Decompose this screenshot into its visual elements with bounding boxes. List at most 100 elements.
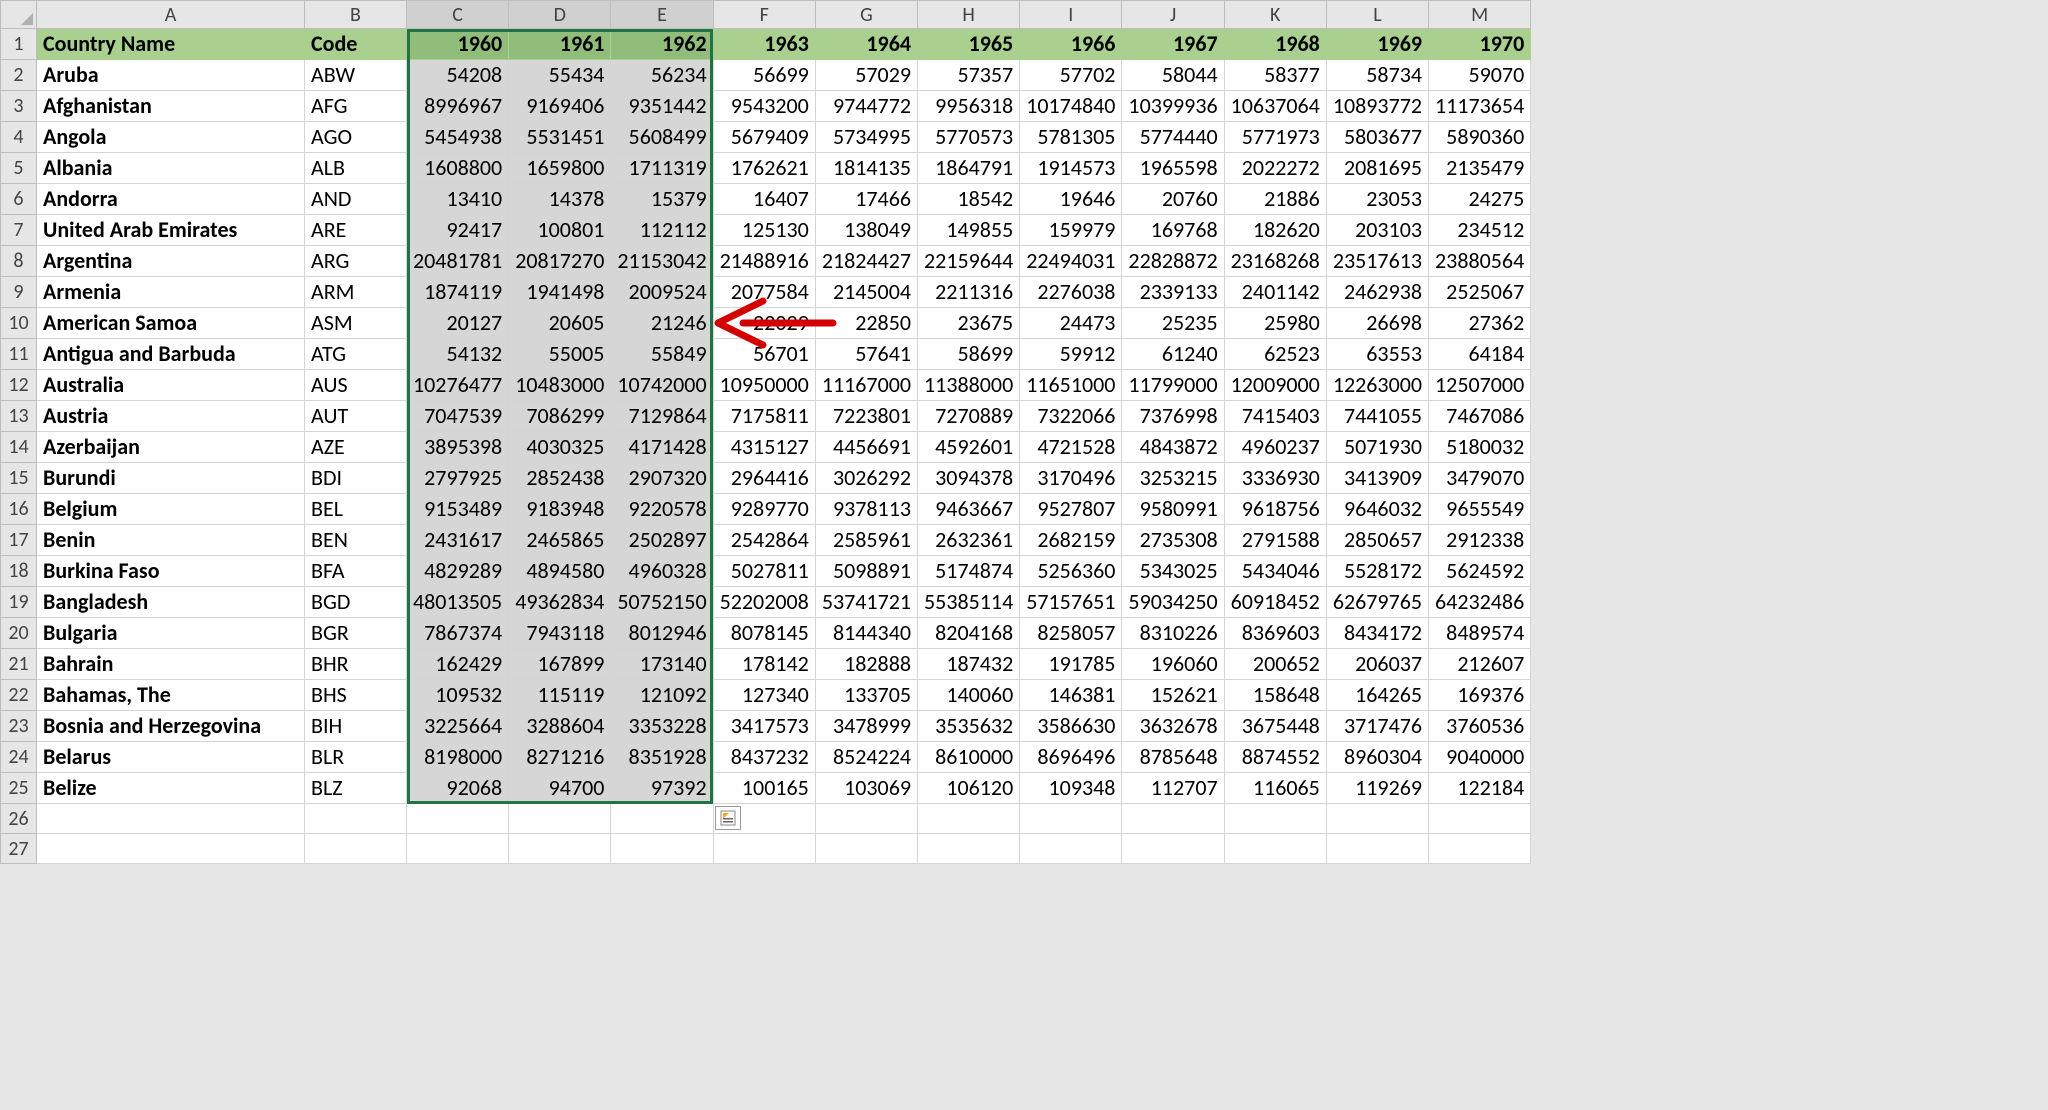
cell-value[interactable]: 8369603 [1224, 618, 1326, 649]
cell-value[interactable]: 9646032 [1326, 494, 1428, 525]
column-header-K[interactable]: K [1224, 1, 1326, 29]
cell-code[interactable]: AGO [305, 122, 407, 153]
row-header-2[interactable]: 2 [1, 60, 37, 91]
cell-value[interactable]: 17466 [815, 184, 917, 215]
cell-value[interactable]: 25980 [1224, 308, 1326, 339]
cell-value[interactable]: 18542 [918, 184, 1020, 215]
cell-value[interactable]: 100165 [713, 773, 815, 804]
empty-cell[interactable] [37, 834, 305, 864]
cell-value[interactable]: 10637064 [1224, 91, 1326, 122]
column-header-M[interactable]: M [1429, 1, 1531, 29]
empty-cell[interactable] [918, 834, 1020, 864]
cell-code[interactable]: BGR [305, 618, 407, 649]
cell-value[interactable]: 57157651 [1020, 587, 1122, 618]
cell-value[interactable]: 164265 [1326, 680, 1428, 711]
cell-value[interactable]: 21153042 [611, 246, 713, 277]
cell-value[interactable]: 152621 [1122, 680, 1224, 711]
cell-value[interactable]: 9655549 [1429, 494, 1531, 525]
cell-value[interactable]: 4721528 [1020, 432, 1122, 463]
row-header-19[interactable]: 19 [1, 587, 37, 618]
cell-value[interactable]: 23053 [1326, 184, 1428, 215]
row-header-9[interactable]: 9 [1, 277, 37, 308]
cell-value[interactable]: 191785 [1020, 649, 1122, 680]
cell-value[interactable]: 8198000 [407, 742, 509, 773]
cell-value[interactable]: 10399936 [1122, 91, 1224, 122]
cell-value[interactable]: 23675 [918, 308, 1020, 339]
cell-value[interactable]: 3288604 [509, 711, 611, 742]
cell-value[interactable]: 48013505 [407, 587, 509, 618]
column-header-C[interactable]: C [407, 1, 509, 29]
cell-value[interactable]: 109532 [407, 680, 509, 711]
cell-value[interactable]: 97392 [611, 773, 713, 804]
cell-value[interactable]: 92068 [407, 773, 509, 804]
cell-value[interactable]: 167899 [509, 649, 611, 680]
cell-value[interactable]: 2431617 [407, 525, 509, 556]
cell-value[interactable]: 7322066 [1020, 401, 1122, 432]
cell-value[interactable]: 26698 [1326, 308, 1428, 339]
cell-value[interactable]: 1874119 [407, 277, 509, 308]
cell-value[interactable]: 61240 [1122, 339, 1224, 370]
cell-value[interactable]: 11388000 [918, 370, 1020, 401]
cell-value[interactable]: 55005 [509, 339, 611, 370]
cell-value[interactable]: 57357 [918, 60, 1020, 91]
cell-value[interactable]: 127340 [713, 680, 815, 711]
cell-country[interactable]: Belarus [37, 742, 305, 773]
cell-value[interactable]: 2276038 [1020, 277, 1122, 308]
row-header-10[interactable]: 10 [1, 308, 37, 339]
cell-value[interactable]: 103069 [815, 773, 917, 804]
cell-value[interactable]: 159979 [1020, 215, 1122, 246]
cell-value[interactable]: 122184 [1429, 773, 1531, 804]
cell-value[interactable]: 5608499 [611, 122, 713, 153]
empty-cell[interactable] [1020, 804, 1122, 834]
cell-code[interactable]: AUT [305, 401, 407, 432]
cell-value[interactable]: 7047539 [407, 401, 509, 432]
cell-value[interactable]: 2907320 [611, 463, 713, 494]
cell-value[interactable]: 5679409 [713, 122, 815, 153]
cell-value[interactable]: 2852438 [509, 463, 611, 494]
cell-value[interactable]: 21886 [1224, 184, 1326, 215]
row-header-24[interactable]: 24 [1, 742, 37, 773]
cell-value[interactable]: 121092 [611, 680, 713, 711]
cell-value[interactable]: 112112 [611, 215, 713, 246]
cell-value[interactable]: 60918452 [1224, 587, 1326, 618]
cell-value[interactable]: 1659800 [509, 153, 611, 184]
cell-value[interactable]: 119269 [1326, 773, 1428, 804]
cell-value[interactable]: 5071930 [1326, 432, 1428, 463]
cell-value[interactable]: 3478999 [815, 711, 917, 742]
cell-value[interactable]: 3094378 [918, 463, 1020, 494]
cell-value[interactable]: 5434046 [1224, 556, 1326, 587]
cell-value[interactable]: 21246 [611, 308, 713, 339]
cell-code[interactable]: BLR [305, 742, 407, 773]
cell-value[interactable]: 4960328 [611, 556, 713, 587]
row-header-22[interactable]: 22 [1, 680, 37, 711]
cell-value[interactable]: 8144340 [815, 618, 917, 649]
cell-code[interactable]: ARE [305, 215, 407, 246]
cell-value[interactable]: 12263000 [1326, 370, 1428, 401]
cell-value[interactable]: 63553 [1326, 339, 1428, 370]
cell-value[interactable]: 4315127 [713, 432, 815, 463]
cell-value[interactable]: 7223801 [815, 401, 917, 432]
cell-value[interactable]: 203103 [1326, 215, 1428, 246]
cell-country[interactable]: Aruba [37, 60, 305, 91]
cell-value[interactable]: 11173654 [1429, 91, 1531, 122]
empty-cell[interactable] [305, 804, 407, 834]
cell-value[interactable]: 27362 [1429, 308, 1531, 339]
cell-value[interactable]: 8204168 [918, 618, 1020, 649]
cell-value[interactable]: 57702 [1020, 60, 1122, 91]
cell-value[interactable]: 59070 [1429, 60, 1531, 91]
empty-cell[interactable] [1429, 834, 1531, 864]
cell-value[interactable]: 8696496 [1020, 742, 1122, 773]
header-year-1960[interactable]: 1960 [407, 29, 509, 60]
cell-value[interactable]: 162429 [407, 649, 509, 680]
cell-value[interactable]: 64184 [1429, 339, 1531, 370]
header-year-1967[interactable]: 1967 [1122, 29, 1224, 60]
cell-value[interactable]: 2964416 [713, 463, 815, 494]
cell-code[interactable]: BLZ [305, 773, 407, 804]
cell-value[interactable]: 10174840 [1020, 91, 1122, 122]
row-header-12[interactable]: 12 [1, 370, 37, 401]
cell-value[interactable]: 125130 [713, 215, 815, 246]
cell-value[interactable]: 2912338 [1429, 525, 1531, 556]
cell-value[interactable]: 62679765 [1326, 587, 1428, 618]
cell-value[interactable]: 3336930 [1224, 463, 1326, 494]
cell-value[interactable]: 22029 [713, 308, 815, 339]
